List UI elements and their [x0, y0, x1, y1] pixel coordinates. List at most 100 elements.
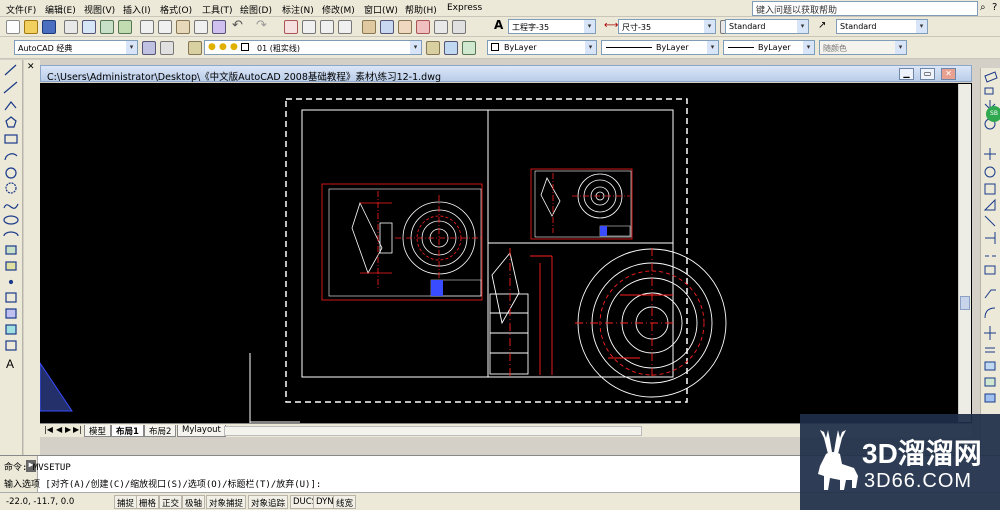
- menu-file[interactable]: 文件(F): [6, 3, 36, 16]
- minimize-button[interactable]: ▁: [899, 68, 914, 80]
- tab-mylayout[interactable]: Mylayout: [177, 425, 226, 437]
- menu-window[interactable]: 窗口(W): [364, 3, 398, 16]
- paste-icon[interactable]: [176, 20, 190, 34]
- zoom-realtime-icon[interactable]: [302, 20, 316, 34]
- make-object-layer-current-icon[interactable]: [426, 41, 440, 55]
- tab-next-icon[interactable]: ▶: [65, 425, 71, 434]
- copy-icon[interactable]: [158, 20, 172, 34]
- workspace-save-icon[interactable]: [160, 41, 174, 55]
- stretch-icon: [983, 198, 996, 211]
- drawing-window-titlebar: C:\Users\Administrator\Desktop\《中文版AutoC…: [40, 65, 972, 83]
- lineweight-select[interactable]: ByLayer ▾: [723, 40, 815, 55]
- workspace-select[interactable]: AutoCAD 经典 ▾: [14, 40, 138, 55]
- vertical-scrollbar[interactable]: [958, 84, 971, 422]
- ortho-toggle[interactable]: 正交: [159, 495, 183, 509]
- publish-icon[interactable]: [100, 20, 114, 34]
- tab-layout1[interactable]: 布局1: [111, 425, 144, 437]
- pan-icon[interactable]: [284, 20, 298, 34]
- command-prompt[interactable]: 输入选项 [对齐(A)/创建(C)/缩放视口(S)/选项(O)/标题栏(T)/放…: [4, 477, 321, 490]
- grid-toggle[interactable]: 栅格: [136, 495, 160, 509]
- line-icon: [4, 64, 17, 76]
- dim-style-select[interactable]: 尺寸-35 ▾: [618, 19, 716, 34]
- close-button[interactable]: ✕: [941, 68, 956, 80]
- layer-lock-icon[interactable]: ●: [230, 42, 238, 52]
- revision-cloud-icon: [5, 182, 17, 194]
- preview-icon[interactable]: [82, 20, 96, 34]
- layer-properties-icon[interactable]: [188, 41, 202, 55]
- menu-draw[interactable]: 绘图(D): [240, 3, 272, 16]
- tab-last-icon[interactable]: ▶|: [73, 425, 82, 434]
- close-palette-icon[interactable]: ✕: [27, 62, 35, 72]
- tab-prev-icon[interactable]: ◀: [56, 425, 62, 434]
- circle-icon: [5, 167, 17, 179]
- scrollbar-thumb[interactable]: [960, 296, 970, 310]
- help-icon[interactable]: ?: [992, 2, 997, 13]
- color-select[interactable]: ByLayer ▾: [487, 40, 597, 55]
- help-search-input[interactable]: 键入问题以获取帮助: [752, 1, 978, 16]
- lineweight-toggle[interactable]: 线宽: [333, 495, 357, 509]
- layer-states-icon[interactable]: [462, 41, 476, 55]
- cut-icon[interactable]: [140, 20, 154, 34]
- open-icon[interactable]: [24, 20, 38, 34]
- properties-icon[interactable]: [362, 20, 376, 34]
- horizontal-scrollbar[interactable]: [224, 426, 642, 436]
- snap-toggle[interactable]: 捕捉: [114, 495, 138, 509]
- watermark-brand: 3D溜溜网: [862, 438, 982, 469]
- text-style-select[interactable]: 工程字-35 ▾: [508, 19, 596, 34]
- workspace-settings-icon[interactable]: [142, 41, 156, 55]
- insert-block-icon: [5, 245, 17, 255]
- calculator-icon[interactable]: [452, 20, 466, 34]
- undo-icon[interactable]: ↶: [232, 18, 243, 33]
- erase-icon: [984, 71, 998, 83]
- otrack-toggle[interactable]: 对象追踪: [248, 495, 289, 509]
- polyline-icon: [4, 101, 17, 111]
- zoom-previous-icon[interactable]: [338, 20, 352, 34]
- drawing-canvas[interactable]: [40, 83, 972, 423]
- table-style-select[interactable]: Standard ▾: [725, 19, 809, 34]
- menu-dimension[interactable]: 标注(N): [282, 3, 314, 16]
- layer-previous-icon[interactable]: [444, 41, 458, 55]
- menu-edit[interactable]: 编辑(E): [45, 3, 76, 16]
- tool-palettes-icon[interactable]: [398, 20, 412, 34]
- menu-modify[interactable]: 修改(M): [322, 3, 355, 16]
- layer-on-icon[interactable]: ●: [208, 42, 216, 52]
- restore-button[interactable]: ▭: [920, 68, 935, 80]
- layer-freeze-icon[interactable]: ●: [219, 42, 227, 52]
- design-center-icon[interactable]: [380, 20, 394, 34]
- redo-icon[interactable]: ↷: [256, 18, 267, 33]
- layers-toolbar: AutoCAD 经典 ▾ ● ● ● 01 (粗实线) ▾ ByLayer ▾ By…: [0, 37, 1000, 59]
- save-icon[interactable]: [42, 20, 56, 34]
- polygon-icon: [5, 116, 17, 128]
- explode-icon: [984, 326, 996, 340]
- multileader-style-select[interactable]: Standard ▾: [836, 19, 928, 34]
- menu-tools[interactable]: 工具(T): [202, 3, 233, 16]
- polar-toggle[interactable]: 极轴: [182, 495, 206, 509]
- layer-select[interactable]: ● ● ● 01 (粗实线) ▾: [204, 40, 422, 55]
- menu-express[interactable]: Express: [447, 3, 482, 13]
- menu-view[interactable]: 视图(V): [84, 3, 115, 16]
- match-properties-icon[interactable]: [194, 20, 208, 34]
- new-icon[interactable]: [6, 20, 20, 34]
- search-icon[interactable]: ⌕: [980, 2, 986, 13]
- 3d-dwf-icon[interactable]: [118, 20, 132, 34]
- standard-toolbar: ↶ ↷ A 工程字-35 ▾ ⟷ 尺寸-35 ▾ Standard ▾ ↗ Stand…: [0, 17, 1000, 37]
- plot-icon[interactable]: [64, 20, 78, 34]
- block-editor-icon[interactable]: [212, 20, 226, 34]
- coordinates-readout: -22.0, -11.7, 0.0: [6, 497, 75, 507]
- zoom-window-icon[interactable]: [320, 20, 334, 34]
- tab-first-icon[interactable]: |◀: [44, 425, 53, 434]
- osnap-toggle[interactable]: 对象捕捉: [206, 495, 247, 509]
- linetype-select[interactable]: ByLayer ▾: [601, 40, 719, 55]
- ellipse-icon: [3, 215, 19, 225]
- tab-model[interactable]: 模型: [84, 425, 112, 437]
- menu-insert[interactable]: 插入(I): [123, 3, 151, 16]
- layer-tools-icon: [984, 361, 996, 371]
- menu-help[interactable]: 帮助(H): [405, 3, 437, 16]
- plot-style-select[interactable]: 随颜色 ▾: [819, 40, 907, 55]
- watermark-url: 3D66.COM: [864, 470, 973, 492]
- draw-order-icon: [984, 377, 996, 387]
- markup-icon[interactable]: [434, 20, 448, 34]
- menu-format[interactable]: 格式(O): [160, 3, 192, 16]
- tab-layout2[interactable]: 布局2: [144, 425, 177, 437]
- sheet-set-icon[interactable]: [416, 20, 430, 34]
